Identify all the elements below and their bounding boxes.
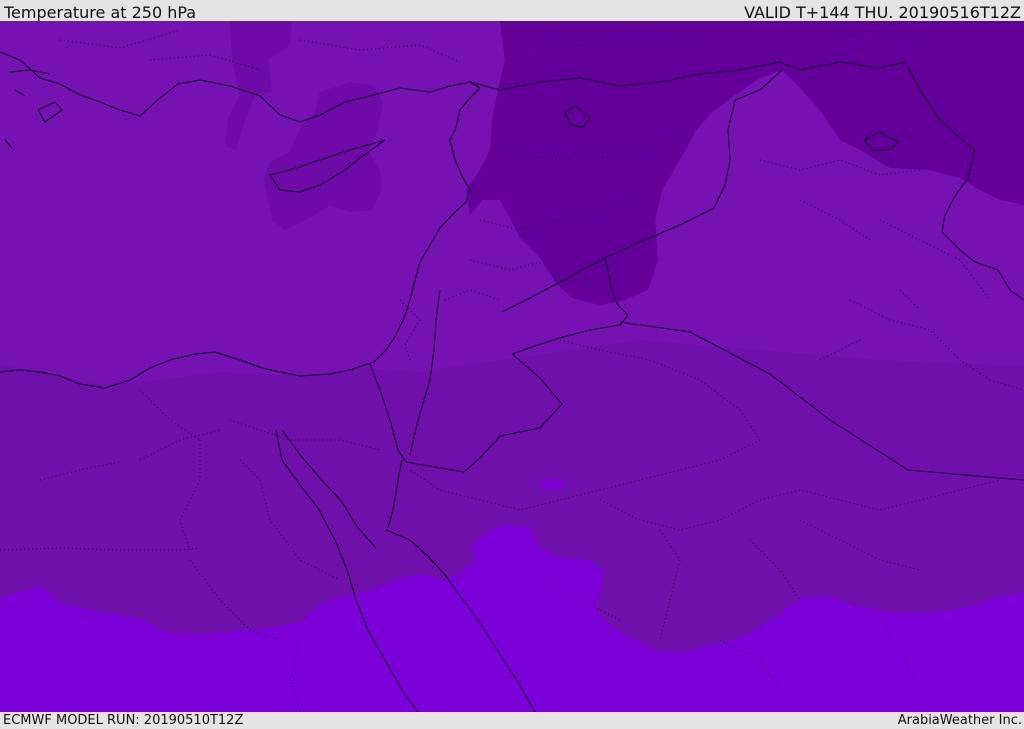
credit-label: ArabiaWeather Inc. — [897, 713, 1022, 728]
model-run-label: ECMWF MODEL RUN: 20190510T12Z — [3, 713, 244, 728]
field-warm-spot — [538, 478, 566, 490]
temperature-map — [0, 21, 1024, 712]
valid-time: VALID T+144 THU. 20190516T12Z — [744, 3, 1021, 22]
map-title: Temperature at 250 hPa — [4, 3, 197, 22]
map-footer: ECMWF MODEL RUN: 20190510T12Z ArabiaWeat… — [0, 712, 1024, 729]
map-header: Temperature at 250 hPa VALID T+144 THU. … — [0, 0, 1024, 22]
